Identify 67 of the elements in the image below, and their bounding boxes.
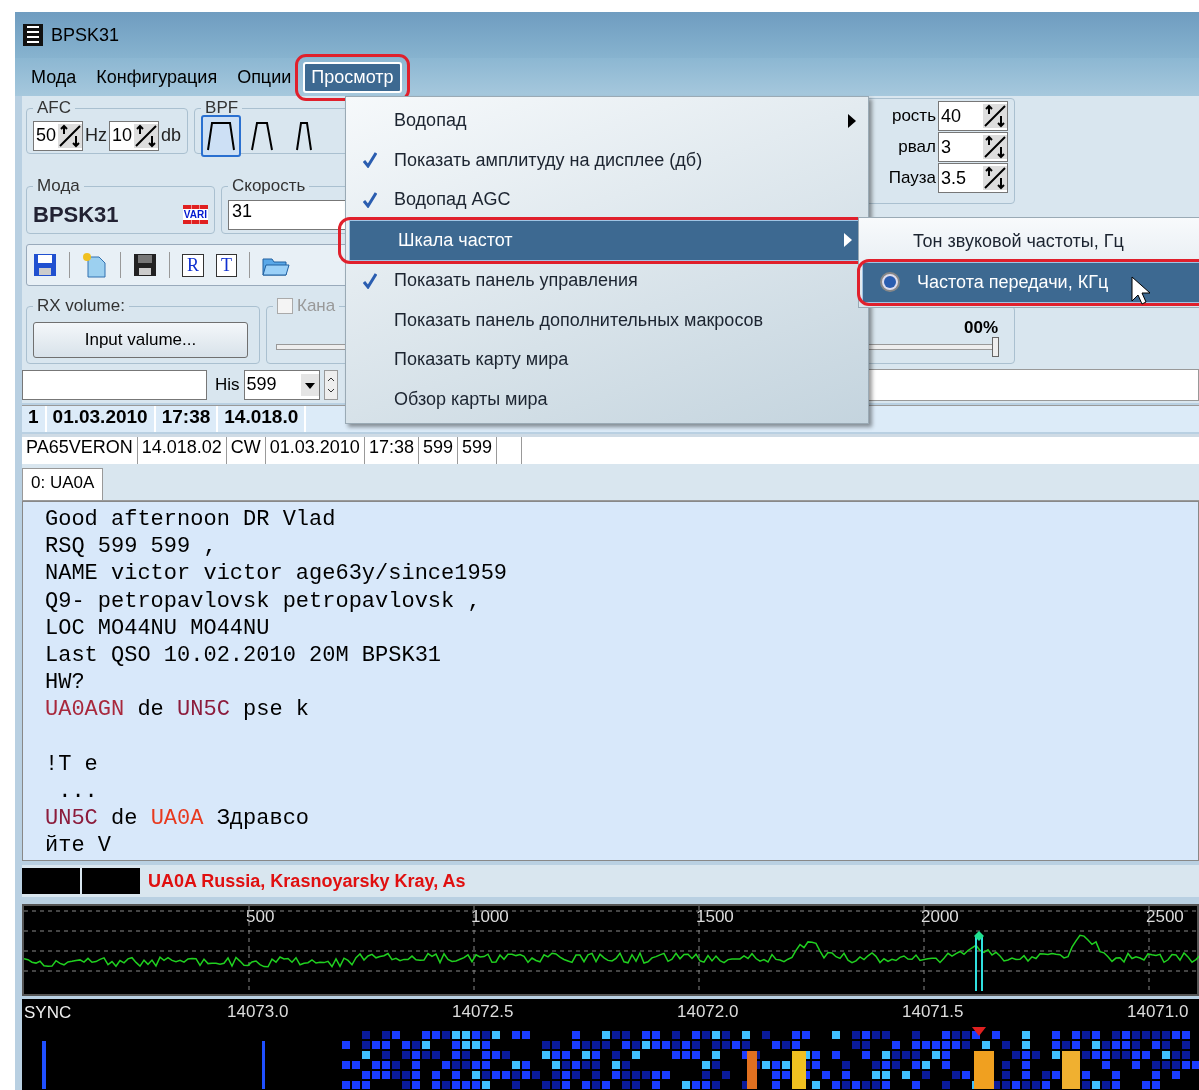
text-line: NAME victor victor age63y/since1959 — [45, 560, 509, 588]
text-line: Good afternoon DR Vlad — [45, 506, 337, 534]
tuning-marker[interactable] — [974, 931, 984, 991]
log-cell: 1 — [22, 406, 47, 432]
spin-field[interactable]: 50 — [33, 120, 84, 151]
sync-label: SYNC — [24, 1003, 72, 1023]
indicator-block — [82, 868, 140, 894]
spin-field[interactable]: 40 — [938, 101, 1008, 131]
text-line: Q9- petropavlovsk petropavlovsk , — [45, 587, 482, 615]
text-line: ... — [57, 777, 99, 806]
menu-item[interactable]: Обзор карты мира — [346, 379, 868, 419]
menu-item[interactable]: Мода — [23, 61, 85, 93]
spin-field[interactable]: 3.5 — [938, 163, 1008, 193]
spin-arrows-icon[interactable] — [134, 123, 159, 148]
log-row[interactable]: PA65VERON 14.018.02 CW 01.03.2010 17:38 599 599 — [22, 434, 1199, 464]
mode-value: BPSK31 — [33, 201, 119, 228]
menu-item[interactable]: Опции — [229, 61, 300, 93]
group-title: Мода — [36, 176, 81, 196]
text-line: йте V — [45, 832, 112, 860]
marker-triangle-icon[interactable] — [972, 1027, 986, 1036]
text-line: RSQ 599 599 , — [45, 533, 218, 561]
input-volume-button[interactable]: Input valume... — [33, 321, 248, 358]
text-line: UN5C de UA0A Здравсо — [45, 805, 311, 833]
group-title: RX volume: — [36, 296, 126, 316]
spin-field[interactable]: 10 — [109, 120, 160, 151]
text-line: HW? — [45, 669, 86, 697]
unit-label: db — [161, 125, 182, 146]
indicator-block — [22, 868, 80, 894]
menu-item[interactable]: Водопад — [346, 101, 868, 141]
spin-arrows-icon[interactable] — [983, 135, 1007, 159]
text-line: !T e — [45, 750, 99, 778]
group-title: AFC — [36, 98, 72, 118]
text-line: Last QSO 10.02.2010 20M BPSK31 — [45, 641, 443, 670]
spin-arrows-icon[interactable] — [983, 166, 1007, 190]
percent-label: 00% — [963, 318, 998, 338]
text-line: LOC MO44NU MO44NU — [45, 614, 271, 642]
setting-label: рость — [891, 106, 936, 126]
menu-item[interactable]: Показать карту мира — [346, 340, 868, 380]
station-info: UA0A Russia, Krasnoyarsky Kray, As — [148, 870, 466, 892]
document-icon[interactable]: R — [182, 253, 204, 277]
document-icon[interactable]: T — [216, 253, 237, 277]
text-line: UA0AGN de UN5C pse k — [45, 696, 311, 724]
menu-item[interactable]: Конфигурация — [88, 61, 226, 93]
group-title: Скорость — [231, 176, 307, 196]
setting-label: Пауза — [888, 168, 936, 188]
log-cell: 17:38 — [155, 406, 219, 432]
group-title: BPF — [204, 98, 240, 118]
log-cell: 01.03.2010 — [46, 406, 156, 432]
setting-label: рвал — [898, 137, 936, 157]
report-dropdown[interactable]: 599 — [243, 369, 320, 400]
menu-item[interactable]: Показать амплитуду на дисплее (дб) — [346, 140, 868, 180]
mouse-cursor-icon — [1131, 276, 1153, 306]
menu-item[interactable]: Показать панель дополнительных макросов — [346, 300, 868, 340]
spin-arrows-icon[interactable] — [983, 104, 1007, 128]
unit-label: Hz — [85, 125, 108, 146]
filter-icon[interactable] — [201, 114, 242, 157]
tab[interactable]: 0: UA0A — [22, 468, 104, 500]
window-title: BPSK31 — [51, 24, 120, 46]
app-icon — [23, 24, 43, 46]
call-input[interactable] — [22, 369, 207, 400]
checkbox-label: Кана — [297, 296, 336, 316]
vari-badge[interactable]: VARI — [182, 205, 208, 224]
spin-arrows-icon[interactable] — [58, 123, 83, 148]
report-label: His — [215, 374, 240, 395]
spinner-icon[interactable] — [323, 369, 338, 400]
log-cell: 14.018.0 — [218, 406, 307, 432]
spin-field[interactable]: 3 — [938, 132, 1008, 162]
